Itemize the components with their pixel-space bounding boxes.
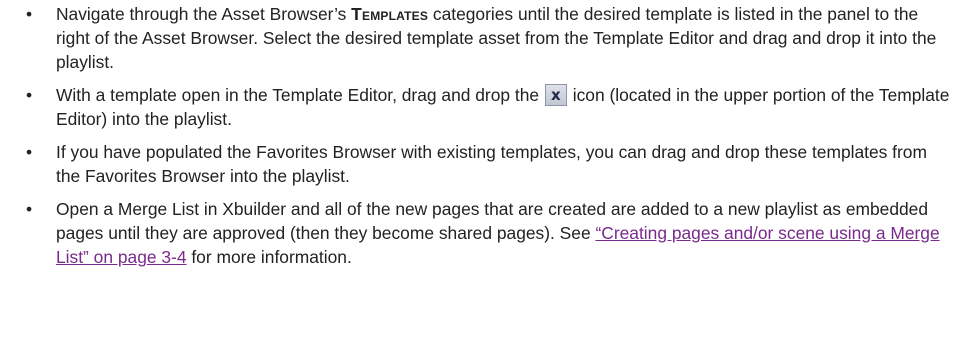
bullet-text-start: With a template open in the Template Edi… <box>56 85 544 105</box>
x-glyph: x <box>551 86 561 104</box>
bullet-marker: • <box>25 4 33 24</box>
bullet-item-asset-browser: • Navigate through the Asset Browser’s T… <box>0 2 964 74</box>
templates-emphasis: Templates <box>351 4 429 24</box>
bullet-text: If you have populated the Favorites Brow… <box>56 142 927 186</box>
bullet-item-favorites-browser: • If you have populated the Favorites Br… <box>0 140 964 188</box>
bullet-marker: • <box>25 85 33 105</box>
bullet-item-merge-list: • Open a Merge List in Xbuilder and all … <box>0 197 964 269</box>
bullet-text-end: for more information. <box>186 247 352 267</box>
template-x-icon: x <box>544 84 567 106</box>
bullet-text-start: Navigate through the Asset Browser’s <box>56 4 352 24</box>
bullet-list: • Navigate through the Asset Browser’s T… <box>0 2 964 278</box>
document-page: • Navigate through the Asset Browser’s T… <box>0 0 964 353</box>
bullet-marker: • <box>25 199 33 219</box>
bullet-item-template-editor: • With a template open in the Template E… <box>0 83 964 131</box>
bullet-marker: • <box>25 142 33 162</box>
